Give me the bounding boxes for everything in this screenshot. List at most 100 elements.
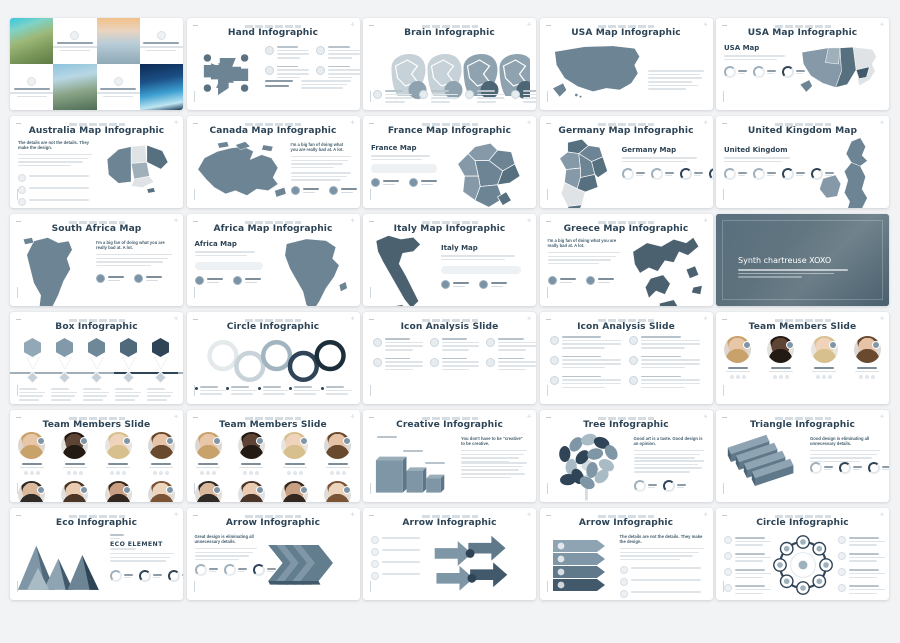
slide-thumbnail-16[interactable]: ✛ Box Infographic <box>10 312 183 404</box>
stat-tag <box>232 276 261 285</box>
social-icons[interactable] <box>729 374 746 379</box>
stat-tag <box>96 274 124 283</box>
slide-corner-mark <box>369 417 374 418</box>
role-badge <box>299 437 308 445</box>
greece-map-svg <box>632 237 702 306</box>
slide-thumbnail-24[interactable]: ✛ Tree Infographic Good art is a taste. G… <box>539 410 713 502</box>
legend-item <box>257 386 289 397</box>
slide-thumbnail-2[interactable]: ✛ Hand Infographic <box>186 18 360 110</box>
hexagon-node <box>19 338 47 403</box>
avatar <box>147 432 175 459</box>
slide-side-rule <box>193 581 195 592</box>
slide-corner-mark <box>192 221 198 222</box>
slide-thumbnail-10[interactable]: ✛ United Kingdom Map United Kingdom <box>716 116 889 208</box>
bullet-item <box>838 536 885 548</box>
social-icons[interactable] <box>286 470 303 475</box>
stat-tag <box>134 274 162 283</box>
slide-side-rule <box>546 189 548 200</box>
slide-subtitle: Italy Map <box>441 244 478 252</box>
slide-side-rule <box>17 385 18 396</box>
slide-thumbnail-13[interactable]: ✛ Italy Map Infographic Italy Map <box>363 214 536 306</box>
donut-gauge <box>139 570 162 582</box>
social-icons[interactable] <box>329 470 346 475</box>
social-icons[interactable] <box>859 374 876 379</box>
slide-corner-dot: ✛ <box>527 218 532 224</box>
slide-thumbnail-3[interactable]: ✛ Brain Infographic <box>363 18 536 110</box>
social-icons[interactable] <box>816 374 833 379</box>
slide-thumbnail-23[interactable]: ✛ Creative Infographic You don't have to … <box>363 410 536 502</box>
slide-thumbnail-7[interactable]: ✛ Canada Map Infographic I'm a big fan of… <box>186 116 360 208</box>
usa-map-svg <box>800 46 877 92</box>
hexagon-node <box>83 338 111 403</box>
photo-mosaic <box>10 18 183 110</box>
bullet-item <box>724 552 771 564</box>
bullet-item <box>371 572 423 580</box>
slide-corner-mark <box>545 319 551 320</box>
legend-item <box>289 386 320 397</box>
mosaic-caption <box>10 64 54 110</box>
slide-thumbnail-14[interactable]: ✛ Greece Map Infographic I'm a big fan of… <box>539 214 713 306</box>
slide-corner-mark <box>192 417 198 418</box>
slide-corner-dot: ✛ <box>527 316 532 322</box>
donut-gauge <box>223 564 247 576</box>
slide-thumbnail-11[interactable]: ✛ South Africa Map I'm a big fan of doing… <box>10 214 183 306</box>
slide-thumbnail-4[interactable]: ✛ USA Map Infographic <box>539 18 713 110</box>
slide-thumbnail-20[interactable]: ✛ Team Members Slide <box>716 312 889 404</box>
slide-corner-dot: ✛ <box>527 22 532 28</box>
italy-map-svg <box>375 235 421 306</box>
slide-thumbnail-6[interactable]: ✛ Australia Map Infographic The details a… <box>10 116 183 208</box>
slide-thumbnail-22[interactable]: ✛ Team Members Slide <box>186 410 360 502</box>
slide-thumbnail-12[interactable]: ✛ Africa Map Infographic Africa Map <box>186 214 360 306</box>
slide-thumbnail-21[interactable]: ✛ Team Members Slide <box>10 410 183 502</box>
slide-corner-mark <box>545 417 551 418</box>
social-icons[interactable] <box>110 470 127 475</box>
slide-thumbnail-17[interactable]: ✛ Circle Infographic <box>186 312 360 404</box>
slide-thumbnail-29[interactable]: ✛ Arrow Infographic The details are not t… <box>539 508 713 600</box>
map-graphic <box>18 234 88 306</box>
slide-corner-mark <box>722 319 727 320</box>
slide-corner-mark <box>16 123 21 124</box>
body-heading: I'm a big fan of doing what you are real… <box>290 142 351 171</box>
slide-thumbnail-18[interactable]: ✛ Icon Analysis Slide <box>363 312 536 404</box>
slide-subtitle: Germany Map <box>621 146 677 154</box>
social-icons[interactable] <box>772 374 789 379</box>
icon-item <box>373 90 412 105</box>
germany-map-svg <box>558 138 608 208</box>
arrow-cross-graphic <box>434 535 508 591</box>
slide-corner-dot: ✛ <box>350 22 355 28</box>
slide-thumbnail-8[interactable]: ✛ France Map Infographic France Map <box>363 116 536 208</box>
tree-graphic <box>558 433 618 501</box>
slide-corner-dot: ✛ <box>880 414 885 420</box>
slide-corner-mark <box>722 515 727 516</box>
slide-thumbnail-28[interactable]: ✛ Arrow Infographic <box>363 508 536 600</box>
slide-thumbnail-27[interactable]: ✛ Arrow Infographic Great design is elimi… <box>186 508 360 600</box>
slide-thumbnail-15[interactable]: Synth chartreuse XOXO <box>716 214 889 306</box>
slide-thumbnail-26[interactable]: ✛ Eco Infographic ECO ELEMENT <box>10 508 183 600</box>
slide-title: Icon Analysis Slide <box>577 322 675 332</box>
slide-corner-dot: ✛ <box>703 512 708 518</box>
slide-thumbnail-5[interactable]: ✛ USA Map Infographic USA Map <box>716 18 889 110</box>
slide-thumbnail-9[interactable]: ✛ Germany Map Infographic Germany Map <box>539 116 713 208</box>
social-icons[interactable] <box>153 470 170 475</box>
slide-thumbnail-30[interactable]: ✛ Circle Infographic <box>716 508 889 600</box>
social-icons[interactable] <box>66 470 83 475</box>
slide-corner-dot: ✛ <box>527 512 532 518</box>
icon-item <box>629 375 702 391</box>
donut-gauge <box>753 66 776 78</box>
slide-thumbnail-1[interactable] <box>10 18 183 110</box>
slide-title: Arrow Infographic <box>578 518 674 528</box>
social-icons[interactable] <box>243 470 260 475</box>
uk-map-svg <box>819 137 868 208</box>
map-graphic <box>193 140 291 202</box>
icon-item <box>373 357 423 373</box>
team-member <box>97 480 140 502</box>
slide-title: Circle Infographic <box>756 518 849 528</box>
team-member <box>53 432 96 475</box>
social-icons[interactable] <box>23 470 40 475</box>
icon-item <box>429 338 480 353</box>
social-icons[interactable] <box>200 470 217 475</box>
slide-corner-mark <box>16 417 21 418</box>
slide-thumbnail-19[interactable]: ✛ Icon Analysis Slide <box>539 312 713 404</box>
slide-thumbnail-25[interactable]: ✛ Triangle Infographic Good design is eli… <box>716 410 889 502</box>
slide-corner-mark <box>545 25 551 26</box>
